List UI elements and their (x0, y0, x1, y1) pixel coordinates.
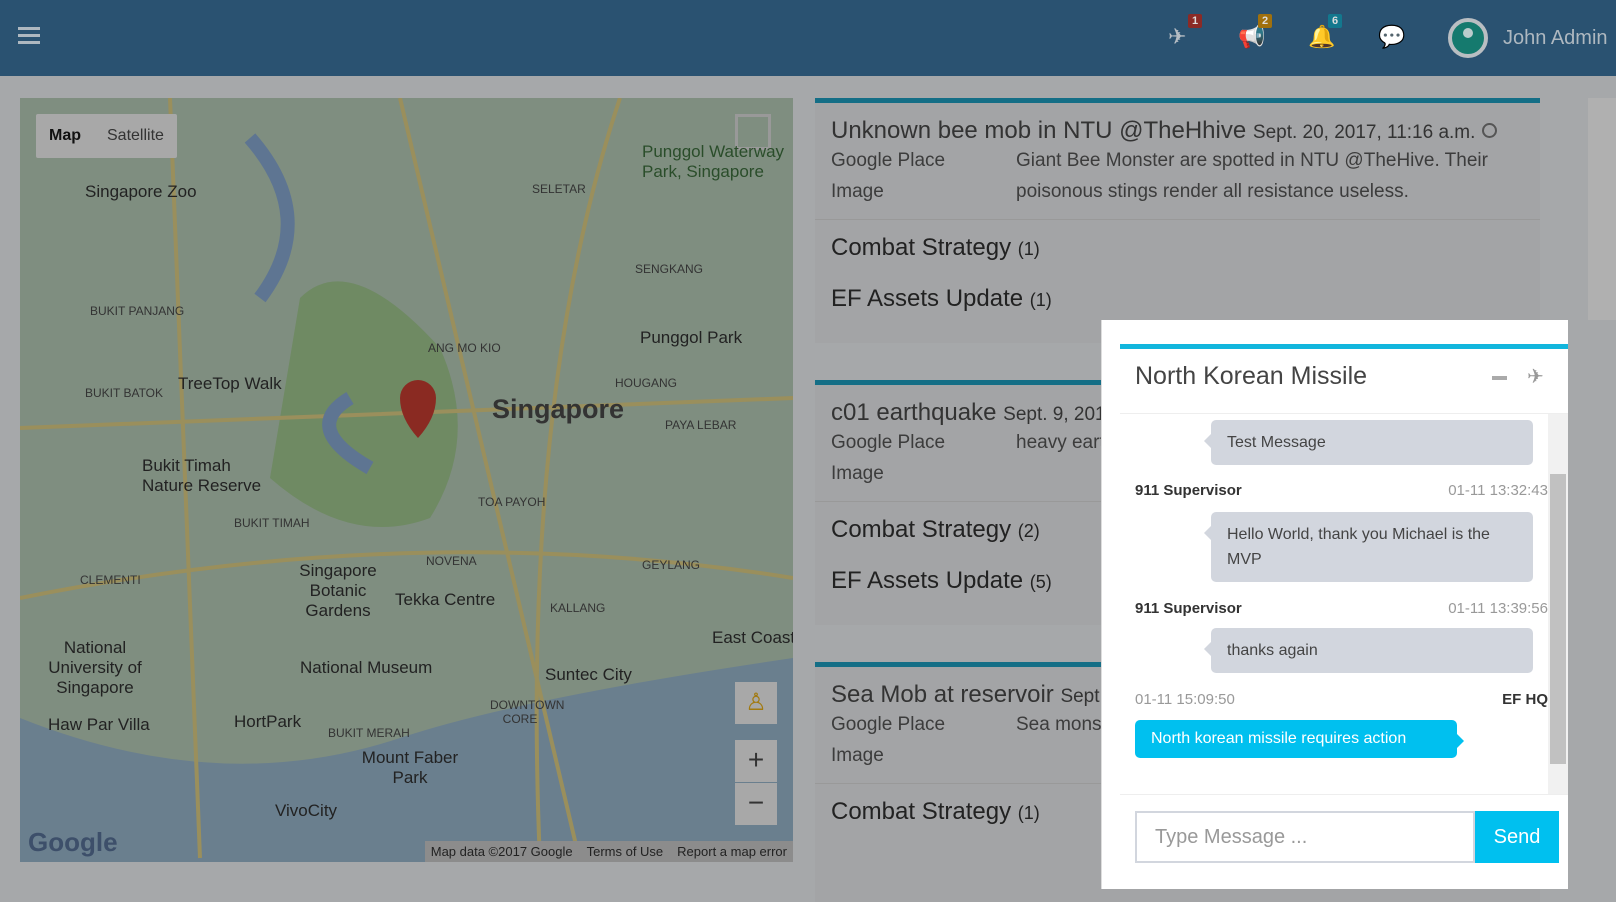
report-error-link[interactable]: Report a map error (677, 844, 787, 859)
incident-description: Giant Bee Monster are spotted in NTU @Th… (1016, 150, 1488, 202)
chat-bubbles-icon[interactable]: 💬 (1378, 24, 1405, 50)
map-label: ANG MO KIO (428, 341, 501, 355)
map-label: East Coast Park (712, 628, 793, 647)
map-label: PAYA LEBAR (665, 418, 737, 432)
terms-link[interactable]: Terms of Use (587, 844, 664, 859)
message-time: 01-11 13:39:56 (1448, 600, 1548, 617)
badge: 6 (1328, 14, 1343, 28)
top-navbar: ✈ 1 📢 2 🔔 6 💬 John Admin (0, 0, 1616, 76)
map-label: TreeTop Walk (178, 374, 282, 393)
incident-title[interactable]: Unknown bee mob in NTU @TheHhive (831, 117, 1246, 144)
shuttle-icon[interactable]: ✈ (1527, 364, 1544, 389)
map-label: National Museum (300, 658, 433, 677)
map-label: BUKIT TIMAH (234, 516, 310, 530)
avatar[interactable] (1448, 18, 1488, 58)
map-label: NOVENA (426, 554, 477, 568)
incident-title[interactable]: c01 earthquake (831, 399, 996, 426)
map-footer: Map data ©2017 Google Terms of Use Repor… (424, 841, 793, 862)
map-label: Tekka Centre (395, 590, 496, 609)
message-sender: 911 Supervisor (1135, 482, 1242, 499)
map-type-satellite[interactable]: Satellite (94, 114, 177, 158)
map-label: BUKIT BATOK (85, 386, 164, 400)
map-data-credit: Map data ©2017 Google (430, 844, 573, 859)
incident-title[interactable]: Sea Mob at reservoir (831, 681, 1054, 708)
chat-panel: North Korean Missile ✈ Test Message 911 … (1101, 320, 1568, 889)
map-label: Singapore (492, 394, 625, 424)
google-logo: Google (28, 827, 118, 857)
message-sender: EF HQ (1502, 691, 1548, 708)
map-label: DOWNTOWN CORE (490, 698, 565, 726)
minimize-icon[interactable] (1492, 376, 1507, 380)
send-button[interactable]: Send (1475, 811, 1559, 863)
message-sender: 911 Supervisor (1135, 600, 1242, 617)
place-label: Google Place (831, 714, 946, 735)
shuttle-icon[interactable]: ✈ 1 (1168, 14, 1203, 50)
map-label: VivoCity (275, 801, 338, 820)
map-label: SELETAR (532, 182, 586, 196)
chat-scrollbar[interactable] (1548, 414, 1568, 794)
incident-card: Unknown bee mob in NTU @TheHhive Sept. 2… (815, 98, 1540, 343)
badge: 2 (1258, 14, 1273, 28)
incident-date: Sept. 20, 2017, 11:16 a.m. (1252, 122, 1476, 143)
map-label: GEYLANG (642, 558, 701, 572)
chat-messages: Test Message 911 Supervisor 01-11 13:32:… (1120, 414, 1548, 794)
map-type-control: Map Satellite (36, 114, 177, 158)
status-circle-icon[interactable] (1482, 123, 1498, 138)
pegman-icon[interactable]: ♙ (735, 682, 777, 724)
message-bubble: Test Message (1204, 420, 1533, 465)
message-time: 01-11 15:09:50 (1135, 691, 1235, 708)
page-scrollbar[interactable] (1588, 98, 1616, 320)
image-label: Image (831, 745, 884, 766)
chat-title: North Korean Missile (1135, 362, 1368, 390)
map-label: BUKIT PANJANG (90, 304, 185, 318)
chat-footer: Send (1120, 794, 1568, 889)
zoom-out-button[interactable]: − (735, 783, 777, 825)
map-label: KALLANG (550, 601, 606, 615)
incident-date: Sept. 9, 2017 (1003, 404, 1117, 425)
map-label: BUKIT MERAH (328, 726, 410, 740)
badge: 1 (1188, 14, 1203, 28)
map-label: Singapore Zoo (85, 182, 197, 201)
message-bubble: Hello World, thank you Michael is the MV… (1204, 512, 1533, 582)
map-label: National University of Singapore (48, 638, 142, 697)
message-input[interactable] (1135, 811, 1475, 863)
message-bubble: thanks again (1204, 628, 1533, 673)
map-label: Punggol Park (640, 328, 743, 347)
map-label: CLEMENTI (80, 573, 141, 587)
chat-accent-bar (1120, 344, 1568, 349)
map-label: HOUGANG (615, 376, 678, 390)
map-type-map[interactable]: Map (36, 114, 94, 158)
user-name[interactable]: John Admin (1503, 27, 1608, 50)
map-label: Punggol Waterway Park, Singapore (642, 142, 785, 181)
image-label: Image (831, 463, 884, 484)
megaphone-icon[interactable]: 📢 2 (1238, 14, 1273, 50)
combat-strategy-section[interactable]: Combat Strategy (1) (815, 219, 1540, 281)
image-label: Image (831, 181, 884, 202)
map-label: Haw Par Villa (48, 715, 150, 734)
map-label: Singapore Botanic Gardens (299, 561, 377, 620)
map-label: HortPark (234, 712, 302, 731)
map-label: Suntec City (545, 665, 632, 684)
map[interactable]: Map Satellite Singapore Singapore Zoo Tr… (20, 98, 793, 862)
place-label: Google Place (831, 432, 946, 453)
map-label: TOA PAYOH (478, 495, 546, 509)
map-label: Bukit Timah Nature Reserve (142, 456, 262, 495)
map-label: Mount Faber Park (361, 748, 459, 787)
own-message-bubble: North korean missile requires action (1135, 720, 1464, 758)
message-time: 01-11 13:32:43 (1448, 482, 1548, 499)
menu-toggle-icon[interactable] (18, 27, 40, 45)
zoom-in-button[interactable]: + (735, 740, 777, 782)
map-label: SENGKANG (635, 262, 704, 276)
bell-icon[interactable]: 🔔 6 (1308, 14, 1343, 50)
